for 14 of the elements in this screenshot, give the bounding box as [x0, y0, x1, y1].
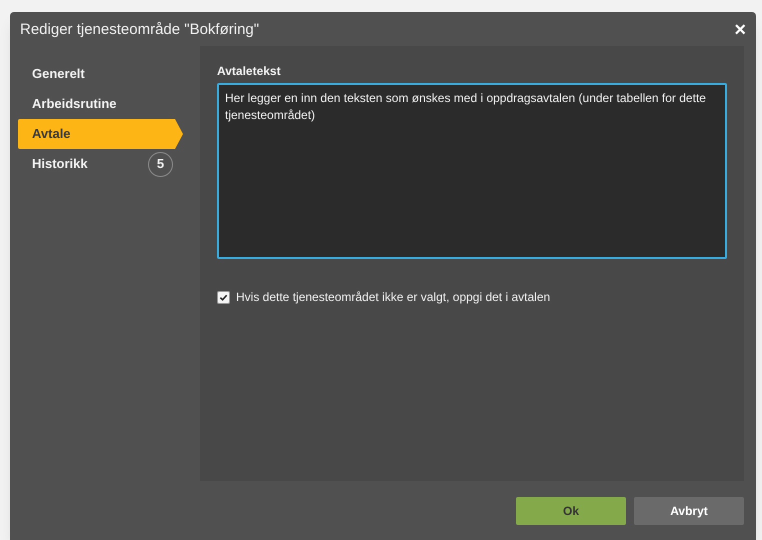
close-button[interactable]: × — [734, 20, 746, 40]
checkbox[interactable] — [217, 290, 230, 304]
nav-item[interactable]: Generelt — [18, 59, 183, 89]
nav-item[interactable]: Arbeidsrutine — [18, 89, 183, 119]
check-icon — [219, 292, 228, 302]
count-badge: 5 — [148, 152, 173, 176]
nav-item[interactable]: Avtale — [18, 119, 183, 149]
dialog-title: Rediger tjenesteområde "Bokføring" — [20, 20, 260, 40]
field-label: Avtaletekst — [217, 63, 282, 80]
cancel-button[interactable]: Avbryt — [634, 497, 744, 525]
ok-button[interactable]: Ok — [516, 497, 626, 525]
nav-item[interactable]: Historikk 5 — [18, 149, 183, 179]
checkbox-label: Hvis dette tjenesteområdet ikke er valgt, oppgi det i avtalen — [236, 289, 550, 306]
text-area[interactable]: Her legger en inn den teksten som ønskes med i oppdragsavtalen (under tabellen for dette tjenesteområdet) — [217, 83, 727, 259]
